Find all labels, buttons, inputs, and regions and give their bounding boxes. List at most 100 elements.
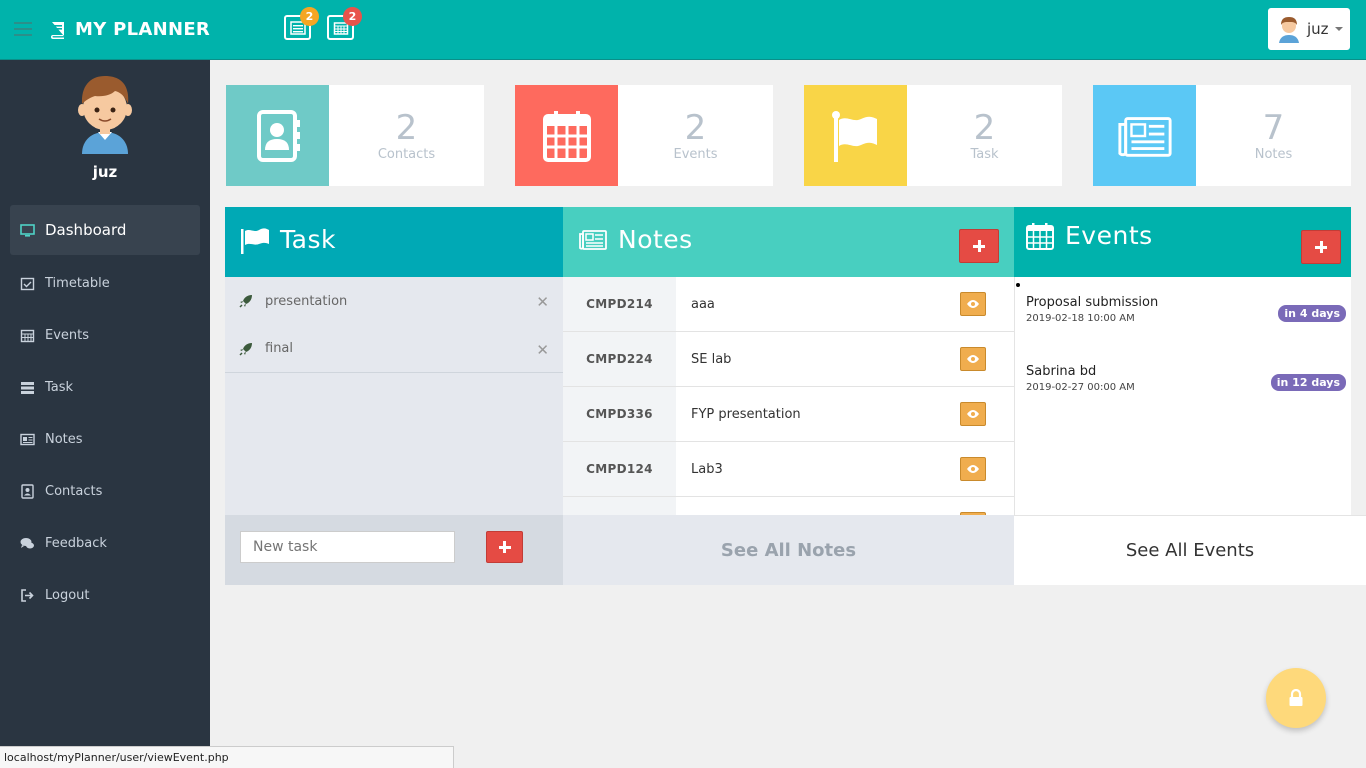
- add-note-button[interactable]: [959, 229, 999, 263]
- list-bullet: [1016, 283, 1020, 287]
- sidebar-username: juz: [92, 163, 118, 181]
- table-row[interactable]: [563, 497, 1014, 515]
- sidebar-item-label: Contacts: [45, 483, 103, 499]
- contacts-count: 2: [395, 108, 418, 148]
- address-book-icon: [256, 109, 300, 162]
- chevron-down-icon: [1334, 27, 1343, 31]
- top-navbar: MY PLANNER 2 2 juz: [0, 0, 1366, 60]
- task-footer: [225, 515, 563, 585]
- notes-notification-button[interactable]: 2: [284, 7, 319, 40]
- task-item-label: presentation: [265, 293, 348, 309]
- stat-icon-box: [515, 85, 618, 186]
- view-note-button[interactable]: [960, 292, 986, 316]
- add-event-button[interactable]: [1301, 230, 1341, 264]
- new-task-input[interactable]: [240, 531, 455, 563]
- task-panel-title: Task: [280, 225, 336, 254]
- stat-card-events[interactable]: 2 Events: [515, 85, 773, 186]
- menu-toggle-icon[interactable]: [14, 22, 32, 36]
- sidebar-item-label: Timetable: [45, 275, 110, 291]
- brand-logo[interactable]: MY PLANNER: [48, 19, 210, 40]
- see-all-notes-link[interactable]: See All Notes: [563, 515, 1014, 585]
- stat-card-contacts[interactable]: 2 Contacts: [226, 85, 484, 186]
- events-label: Events: [673, 147, 718, 162]
- table-row[interactable]: CMPD224 SE lab: [563, 332, 1014, 387]
- sidebar-item-label: Dashboard: [45, 221, 127, 239]
- calendar-icon: [1026, 222, 1054, 250]
- lock-icon: [1289, 689, 1303, 706]
- newspaper-icon: [579, 229, 607, 250]
- table-row[interactable]: CMPD336 FYP presentation: [563, 387, 1014, 442]
- task-item-label: final: [265, 341, 294, 356]
- task-panel-header: Task: [225, 207, 563, 277]
- sidebar-item-notes[interactable]: Notes: [10, 413, 200, 465]
- browser-status-url: localhost/myPlanner/user/viewEvent.php: [0, 746, 454, 768]
- notes-label: Notes: [1254, 147, 1293, 162]
- sidebar-item-task[interactable]: Task: [10, 361, 200, 413]
- user-name: juz: [1307, 20, 1329, 38]
- notes-panel-title: Notes: [618, 225, 693, 254]
- stat-icon-box: [1093, 85, 1196, 186]
- calendar-icon: [20, 329, 35, 342]
- sidebar-item-contacts[interactable]: Contacts: [10, 465, 200, 517]
- events-notification-button[interactable]: 2: [327, 7, 362, 40]
- rocket-icon: [239, 295, 252, 308]
- notes-count-badge: 2: [300, 7, 319, 26]
- comments-icon: [20, 537, 34, 548]
- user-dropdown[interactable]: juz: [1268, 8, 1350, 50]
- task-count: 2: [973, 108, 996, 148]
- monitor-icon: [20, 223, 35, 237]
- sidebar-item-logout[interactable]: Logout: [10, 569, 200, 621]
- contacts-label: Contacts: [377, 147, 436, 162]
- calendar-check-icon: [20, 277, 35, 290]
- task-item[interactable]: presentation ✕: [225, 277, 563, 325]
- sidebar-item-label: Events: [45, 327, 90, 343]
- stat-card-notes[interactable]: 7 Notes: [1093, 85, 1351, 186]
- list-item[interactable]: Proposal submission 2019-02-18 10:00 AM …: [1026, 295, 1346, 324]
- due-badge: in 12 days: [1270, 374, 1346, 391]
- task-item[interactable]: final ✕: [225, 325, 563, 373]
- book-icon: [51, 21, 64, 39]
- newspaper-icon: [20, 433, 35, 445]
- notes-count: 7: [1262, 108, 1285, 148]
- stat-card-task[interactable]: 2 Task: [804, 85, 1062, 186]
- stat-icon-box: [226, 85, 329, 186]
- note-code: CMPD124: [563, 442, 676, 496]
- newspaper-icon: [1117, 116, 1172, 157]
- tasks-icon: [21, 381, 34, 394]
- sidebar-item-feedback[interactable]: Feedback: [10, 517, 200, 569]
- events-panel-title: Events: [1065, 221, 1153, 250]
- sidebar-item-timetable[interactable]: Timetable: [10, 257, 200, 309]
- close-icon[interactable]: ✕: [536, 293, 549, 311]
- events-panel-header: Events: [1014, 207, 1351, 277]
- sidebar-item-label: Task: [45, 379, 74, 395]
- sign-out-icon: [21, 588, 34, 602]
- sidebar-nav: Dashboard Timetable Events Task Notes Co…: [10, 205, 200, 621]
- task-label: Task: [970, 147, 999, 162]
- note-code: CMPD336: [563, 387, 676, 441]
- table-row[interactable]: CMPD214 aaa: [563, 277, 1014, 332]
- user-avatar-icon: [1279, 17, 1299, 43]
- sidebar-item-events[interactable]: Events: [10, 309, 200, 361]
- calendar-icon: [542, 110, 591, 162]
- view-note-button[interactable]: [960, 457, 986, 481]
- sidebar-item-dashboard[interactable]: Dashboard: [10, 205, 200, 255]
- list-item[interactable]: Sabrina bd 2019-02-27 00:00 AM in 12 day…: [1026, 364, 1346, 393]
- brand-title: MY PLANNER: [75, 19, 211, 40]
- see-all-events-link[interactable]: See All Events: [1014, 515, 1366, 585]
- address-book-icon: [21, 483, 34, 499]
- view-note-button[interactable]: [960, 402, 986, 426]
- flag-icon: [831, 110, 877, 162]
- view-note-button[interactable]: [960, 347, 986, 371]
- rocket-icon: [239, 342, 252, 356]
- table-row[interactable]: CMPD124 Lab3: [563, 442, 1014, 497]
- add-task-button[interactable]: [486, 531, 523, 563]
- sidebar-item-label: Feedback: [45, 535, 107, 551]
- lock-button[interactable]: [1266, 668, 1326, 728]
- profile-avatar: [78, 76, 132, 154]
- eye-icon: [967, 465, 979, 473]
- close-icon[interactable]: ✕: [536, 341, 549, 359]
- task-list: presentation ✕ final ✕: [225, 277, 563, 515]
- sidebar-item-label: Logout: [45, 587, 90, 603]
- note-code: [563, 497, 676, 515]
- stat-icon-box: [804, 85, 907, 186]
